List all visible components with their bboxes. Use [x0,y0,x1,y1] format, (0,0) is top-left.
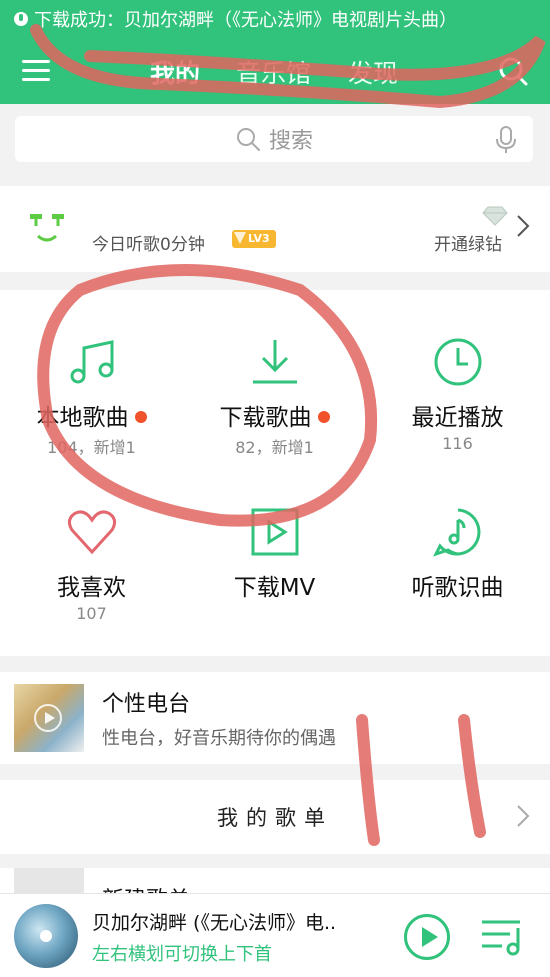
download-notice: 下载成功：贝加尔湖畔（《无心法师》电视剧片头曲） [14,6,534,32]
download-mv-label: 下载MV [233,575,316,601]
level-badge: LV3 [232,230,276,248]
music-note-icon [70,340,113,384]
avatar[interactable] [28,208,66,248]
tab-mine[interactable]: 我的 [150,54,200,90]
recent-plays-button[interactable]: 最近播放 116 [366,290,549,460]
heart-icon [67,510,116,555]
search-icon[interactable] [498,56,528,86]
my-playlists-header[interactable]: 我的歌单 [0,780,550,854]
download-mv-button[interactable]: 下载MV [183,460,366,630]
recent-plays-label: 最近播放 [411,405,504,431]
profile-row[interactable]: 今日听歌0分钟 LV3 开通绿钻 [0,186,550,272]
personal-radio[interactable]: 个性电台 性电台，好音乐期待你的偶遇 [0,672,550,764]
radio-title: 个性电台 [102,692,191,717]
radio-thumbnail[interactable] [14,684,84,752]
video-play-icon [251,508,298,556]
app-header: 下载成功：贝加尔湖畔（《无心法师》电视剧片头曲） 我的 音乐馆 发现 [0,0,550,104]
album-art[interactable] [14,904,78,968]
new-indicator [134,410,147,423]
microphone-icon[interactable] [495,126,517,154]
tab-music-hall[interactable]: 音乐馆 [236,54,311,90]
search-placeholder: 搜索 [268,129,313,154]
downloaded-songs-button[interactable]: 下载歌曲 82，新增1 [183,290,366,460]
search-bar: 搜索 [0,104,550,174]
new-indicator [317,410,330,423]
downloaded-songs-label: 下载歌曲 [219,405,312,431]
library-grid: 本地歌曲 104，新增1 下载歌曲 82，新增1 最近播放 116 我喜欢 10… [0,290,550,656]
music-recognition-label: 听歌识曲 [411,575,504,601]
search-icon [236,128,260,151]
favorites-label: 我喜欢 [57,575,126,601]
clock-icon [434,338,481,386]
downloaded-songs-count: 82，新增1 [235,438,314,457]
download-icon [252,340,297,384]
menu-icon[interactable] [22,60,50,82]
music-recognition-button[interactable]: 听歌识曲 [366,460,549,630]
chevron-right-icon [517,215,530,237]
mini-player[interactable]: 贝加尔湖畔 (《无心法师》电.. 左右横划可切换上下首 [0,893,550,977]
chevron-right-icon [517,805,530,827]
top-nav: 我的 音乐馆 发现 [0,50,550,94]
favorites-button[interactable]: 我喜欢 107 [0,460,183,630]
listen-time: 今日听歌0分钟 [92,235,205,255]
playlists-title: 我的歌单 [217,806,333,830]
local-songs-count: 104，新增1 [47,438,136,457]
favorites-count: 107 [76,604,107,623]
recent-plays-count: 116 [442,434,473,453]
diamond-icon [482,206,508,226]
swipe-hint: 左右横划可切换上下首 [92,944,272,965]
search-input[interactable]: 搜索 [15,116,533,162]
tab-discover[interactable]: 发现 [348,54,398,90]
now-playing-title: 贝加尔湖畔 (《无心法师》电.. [92,912,337,934]
play-icon [34,704,62,732]
local-songs-label: 本地歌曲 [36,405,129,431]
vip-label[interactable]: 开通绿钻 [434,230,502,255]
radio-subtitle: 性电台，好音乐期待你的偶遇 [102,728,336,749]
notification-icon [14,12,28,26]
local-songs-button[interactable]: 本地歌曲 104，新增1 [0,290,183,460]
download-notice-text: 下载成功：贝加尔湖畔（《无心法师》电视剧片头曲） [34,10,457,31]
play-button[interactable] [404,914,450,960]
music-recognition-icon [432,508,480,557]
playlist-queue-icon[interactable] [480,916,526,956]
